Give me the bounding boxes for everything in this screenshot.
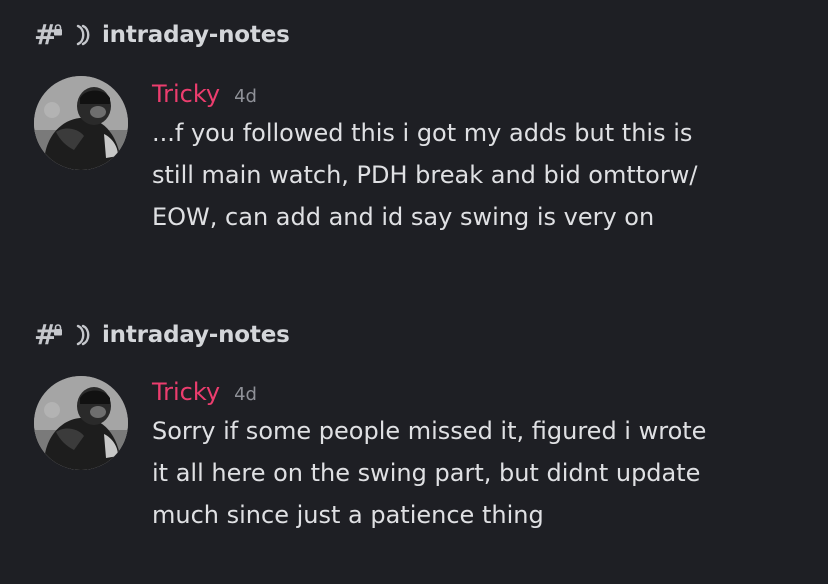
channel-name[interactable]: intraday-notes bbox=[102, 322, 290, 348]
hash-lock-icon: # bbox=[34, 18, 68, 51]
message-line: ...f you followed this i got my adds but… bbox=[152, 119, 693, 147]
author-name[interactable]: Tricky bbox=[152, 80, 220, 108]
message-text: ...f you followed this i got my adds but… bbox=[152, 112, 812, 238]
message-line: Sorry if some people missed it, figured … bbox=[152, 417, 707, 445]
message: Tricky 4d ...f you followed this i got m… bbox=[152, 80, 812, 238]
message-line: still main watch, PDH break and bid omtt… bbox=[152, 161, 698, 189]
timestamp[interactable]: 4d bbox=[234, 86, 257, 107]
channel-name[interactable]: intraday-notes bbox=[102, 22, 290, 48]
channel-header[interactable]: # intraday-notes bbox=[34, 18, 290, 52]
hash-lock-icon: # bbox=[34, 318, 68, 351]
message-line: much since just a patience thing bbox=[152, 501, 544, 529]
message: Tricky 4d Sorry if some people missed it… bbox=[152, 378, 812, 536]
avatar[interactable] bbox=[34, 376, 128, 470]
thread-icon bbox=[76, 24, 90, 46]
channel-header[interactable]: # intraday-notes bbox=[34, 318, 290, 352]
timestamp[interactable]: 4d bbox=[234, 384, 257, 405]
message-line: it all here on the swing part, but didnt… bbox=[152, 459, 701, 487]
message-line: EOW, can add and id say swing is very on bbox=[152, 203, 655, 231]
avatar[interactable] bbox=[34, 76, 128, 170]
thread-icon bbox=[76, 324, 90, 346]
message-text: Sorry if some people missed it, figured … bbox=[152, 410, 812, 536]
author-name[interactable]: Tricky bbox=[152, 378, 220, 406]
